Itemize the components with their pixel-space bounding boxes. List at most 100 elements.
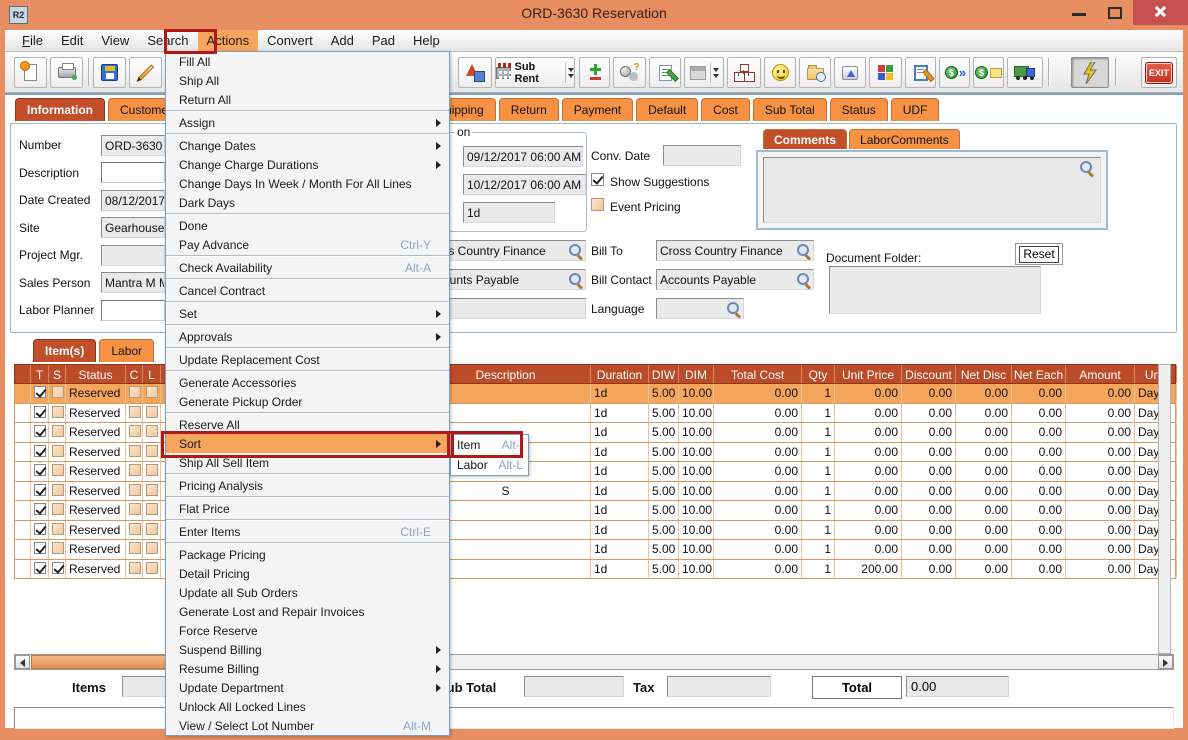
menu-item-change-charge-durations[interactable]: Change Charge Durations bbox=[166, 155, 449, 174]
s-checkbox[interactable] bbox=[52, 464, 64, 476]
l-checkbox[interactable] bbox=[146, 464, 158, 476]
tab-return[interactable]: Return bbox=[499, 98, 559, 121]
s-checkbox[interactable] bbox=[52, 523, 64, 535]
date-created-field[interactable]: 08/12/2017 bbox=[101, 190, 165, 211]
memo-button[interactable] bbox=[905, 57, 936, 88]
l-checkbox[interactable] bbox=[146, 562, 158, 574]
s-checkbox[interactable] bbox=[52, 484, 64, 496]
bill-contact-field[interactable]: Accounts Payable bbox=[656, 269, 814, 290]
column-header-qty[interactable]: Qty bbox=[802, 365, 835, 383]
calendar-button[interactable] bbox=[684, 57, 724, 88]
l-checkbox[interactable] bbox=[146, 503, 158, 515]
column-header-c[interactable]: C bbox=[126, 365, 143, 383]
s-checkbox[interactable] bbox=[52, 503, 64, 515]
t-checkbox[interactable] bbox=[34, 425, 46, 437]
menu-item-detail-pricing[interactable]: Detail Pricing bbox=[166, 564, 449, 583]
new-document-button[interactable] bbox=[14, 57, 47, 88]
menu-item-update-department[interactable]: Update Department bbox=[166, 678, 449, 697]
column-header-amount[interactable]: Amount bbox=[1066, 365, 1135, 383]
tab-status[interactable]: Status bbox=[830, 98, 888, 121]
s-checkbox[interactable] bbox=[52, 406, 64, 418]
description-field[interactable] bbox=[101, 162, 165, 183]
menu-item-cancel-contract[interactable]: Cancel Contract bbox=[166, 281, 449, 300]
menu-item-return-all[interactable]: Return All bbox=[166, 90, 449, 109]
menu-item-assign[interactable]: Assign bbox=[166, 113, 449, 132]
menu-item-force-reserve[interactable]: Force Reserve bbox=[166, 621, 449, 640]
submenu-item-labor[interactable]: LaborAlt-L bbox=[451, 455, 528, 475]
column-header-blank[interactable] bbox=[15, 365, 31, 383]
c-checkbox[interactable] bbox=[129, 523, 141, 535]
sub-rent-spinner[interactable] bbox=[565, 63, 574, 83]
tab-payment[interactable]: Payment bbox=[562, 98, 633, 121]
t-checkbox[interactable] bbox=[34, 406, 46, 418]
s-checkbox[interactable] bbox=[52, 562, 64, 574]
t-checkbox[interactable] bbox=[34, 386, 46, 398]
date-in-field[interactable]: 10/12/2017 06:00 AM bbox=[463, 174, 586, 195]
c-checkbox[interactable] bbox=[129, 406, 141, 418]
close-button[interactable] bbox=[1133, 0, 1188, 25]
menu-item-ship-all[interactable]: Ship All bbox=[166, 71, 449, 90]
c-checkbox[interactable] bbox=[129, 503, 141, 515]
menu-item-unlock-all-locked-lines[interactable]: Unlock All Locked Lines bbox=[166, 697, 449, 716]
tab-items[interactable]: Item(s) bbox=[33, 339, 96, 362]
column-header-diw[interactable]: DIW bbox=[649, 365, 679, 383]
column-header-dim[interactable]: DIM bbox=[679, 365, 714, 383]
bill-to-field[interactable]: Cross Country Finance bbox=[656, 240, 814, 261]
column-header-net_each[interactable]: Net Each bbox=[1012, 365, 1066, 383]
s-checkbox[interactable] bbox=[52, 445, 64, 457]
number-field[interactable]: ORD-3630 bbox=[101, 135, 165, 156]
document-folder-box[interactable] bbox=[829, 266, 1041, 314]
menu-item-ship-all-sell-item[interactable]: Ship All Sell Item bbox=[166, 453, 449, 472]
tab-default[interactable]: Default bbox=[636, 98, 698, 121]
edit-button[interactable] bbox=[129, 57, 162, 88]
menu-item-done[interactable]: Done bbox=[166, 216, 449, 235]
scroll-right-button[interactable] bbox=[1158, 655, 1173, 669]
menu-item-change-days-in-week-month-for-all-lines[interactable]: Change Days In Week / Month For All Line… bbox=[166, 174, 449, 193]
vertical-scrollbar[interactable] bbox=[1158, 364, 1171, 654]
c-checkbox[interactable] bbox=[129, 386, 141, 398]
c-checkbox[interactable] bbox=[129, 445, 141, 457]
find-items-button[interactable] bbox=[613, 57, 646, 88]
tab-laborcomments[interactable]: LaborComments bbox=[849, 129, 960, 149]
event-pricing-checkbox[interactable] bbox=[591, 198, 604, 211]
payment-forward-button[interactable]: $» bbox=[939, 57, 970, 88]
t-checkbox[interactable] bbox=[34, 542, 46, 554]
t-checkbox[interactable] bbox=[34, 464, 46, 476]
menu-item-fill-all[interactable]: Fill All bbox=[166, 52, 449, 71]
tab-udf[interactable]: UDF bbox=[891, 98, 940, 121]
menubar-item-view[interactable]: View bbox=[92, 30, 138, 51]
menu-item-generate-pickup-order[interactable]: Generate Pickup Order bbox=[166, 392, 449, 411]
menu-item-change-dates[interactable]: Change Dates bbox=[166, 136, 449, 155]
menu-item-pricing-analysis[interactable]: Pricing Analysis bbox=[166, 476, 449, 495]
menu-item-reserve-all[interactable]: Reserve All bbox=[166, 415, 449, 434]
menu-item-dark-days[interactable]: Dark Days bbox=[166, 193, 449, 212]
column-header-discount[interactable]: Discount bbox=[902, 365, 956, 383]
menubar-item-file[interactable]: File bbox=[13, 30, 52, 51]
menubar-item-search[interactable]: Search bbox=[138, 30, 197, 51]
l-checkbox[interactable] bbox=[146, 523, 158, 535]
menu-item-check-availability[interactable]: Check AvailabilityAlt-A bbox=[166, 258, 449, 277]
truck-button[interactable] bbox=[1007, 57, 1043, 88]
magnifier-icon[interactable] bbox=[796, 272, 811, 287]
menu-item-flat-price[interactable]: Flat Price bbox=[166, 499, 449, 518]
language-field[interactable] bbox=[656, 298, 744, 319]
tab-information[interactable]: Information bbox=[15, 98, 105, 121]
menu-item-enter-items[interactable]: Enter ItemsCtrl-E bbox=[166, 522, 449, 541]
menubar-item-edit[interactable]: Edit bbox=[52, 30, 92, 51]
folder-time-button[interactable] bbox=[799, 57, 831, 88]
project-mgr--field[interactable] bbox=[101, 245, 165, 266]
convert-button[interactable] bbox=[458, 57, 492, 88]
magnifier-icon[interactable] bbox=[796, 243, 811, 258]
menu-item-generate-lost-and-repair-invoices[interactable]: Generate Lost and Repair Invoices bbox=[166, 602, 449, 621]
reset-button[interactable]: Reset bbox=[1015, 243, 1063, 265]
magnifier-icon[interactable] bbox=[568, 243, 583, 258]
blocks-button[interactable] bbox=[869, 57, 902, 88]
scroll-left-button[interactable] bbox=[15, 655, 30, 669]
minimize-button[interactable] bbox=[1072, 13, 1086, 16]
menu-item-approvals[interactable]: Approvals bbox=[166, 327, 449, 346]
t-checkbox[interactable] bbox=[34, 523, 46, 535]
column-header-s[interactable]: S bbox=[49, 365, 66, 383]
menu-item-update-replacement-cost[interactable]: Update Replacement Cost bbox=[166, 350, 449, 369]
menubar-item-convert[interactable]: Convert bbox=[258, 30, 322, 51]
print-button[interactable] bbox=[50, 57, 83, 88]
